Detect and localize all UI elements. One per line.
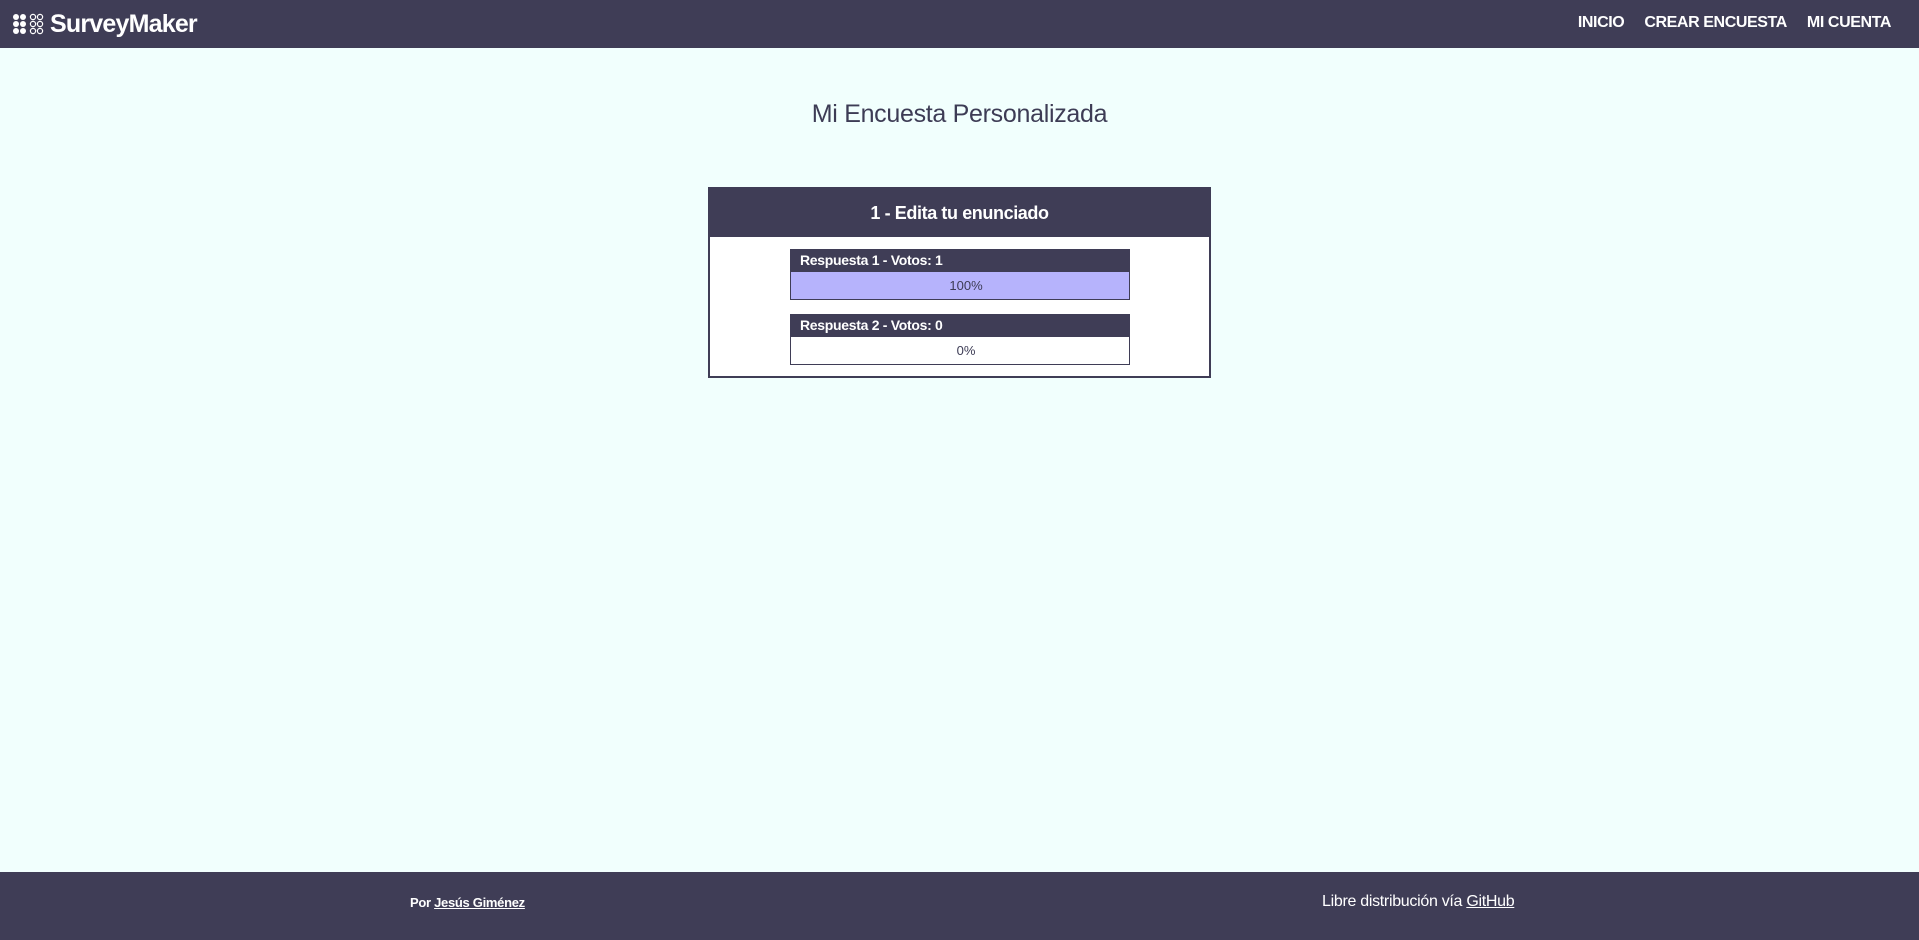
answer-percent: 0% [956, 343, 976, 358]
answer-label: Respuesta 1 - Votos: 1 [790, 249, 1130, 271]
answer-label: Respuesta 2 - Votos: 0 [790, 314, 1130, 336]
author-prefix: Por [410, 895, 431, 910]
answer-item: Respuesta 2 - Votos: 0 0% [790, 314, 1130, 365]
author-link[interactable]: Jesús Giménez [434, 895, 525, 910]
github-link[interactable]: GitHub [1466, 893, 1514, 910]
nav-link-crear-encuesta[interactable]: CREAR ENCUESTA [1644, 14, 1787, 32]
license-text: Libre distribución vía [1322, 893, 1463, 910]
nav-link-inicio[interactable]: INICIO [1578, 14, 1625, 32]
dots-grid-icon [13, 13, 44, 35]
footer-license: Libre distribución vía GitHub [1322, 893, 1515, 911]
question-title: 1 - Edita tu enunciado [710, 189, 1209, 237]
answer-item: Respuesta 1 - Votos: 1 100% [790, 249, 1130, 300]
page-footer: Por Jesús Giménez Libre distribución vía… [0, 872, 1919, 940]
answer-progress-bar: 0% [790, 336, 1130, 365]
brand-logo[interactable]: SurveyMaker [12, 9, 198, 38]
footer-author: Por Jesús Giménez [410, 895, 525, 910]
answer-progress-bar: 100% [790, 271, 1130, 300]
main-nav: INICIO CREAR ENCUESTA MI CUENTA [1578, 14, 1892, 32]
answer-percent: 100% [949, 278, 983, 293]
top-navbar: SurveyMaker INICIO CREAR ENCUESTA MI CUE… [0, 0, 1919, 48]
nav-link-mi-cuenta[interactable]: MI CUENTA [1807, 14, 1892, 32]
page-title: Mi Encuesta Personalizada [811, 100, 1108, 128]
brand-name: SurveyMaker [50, 9, 198, 38]
question-card: 1 - Edita tu enunciado Respuesta 1 - Vot… [708, 187, 1211, 378]
